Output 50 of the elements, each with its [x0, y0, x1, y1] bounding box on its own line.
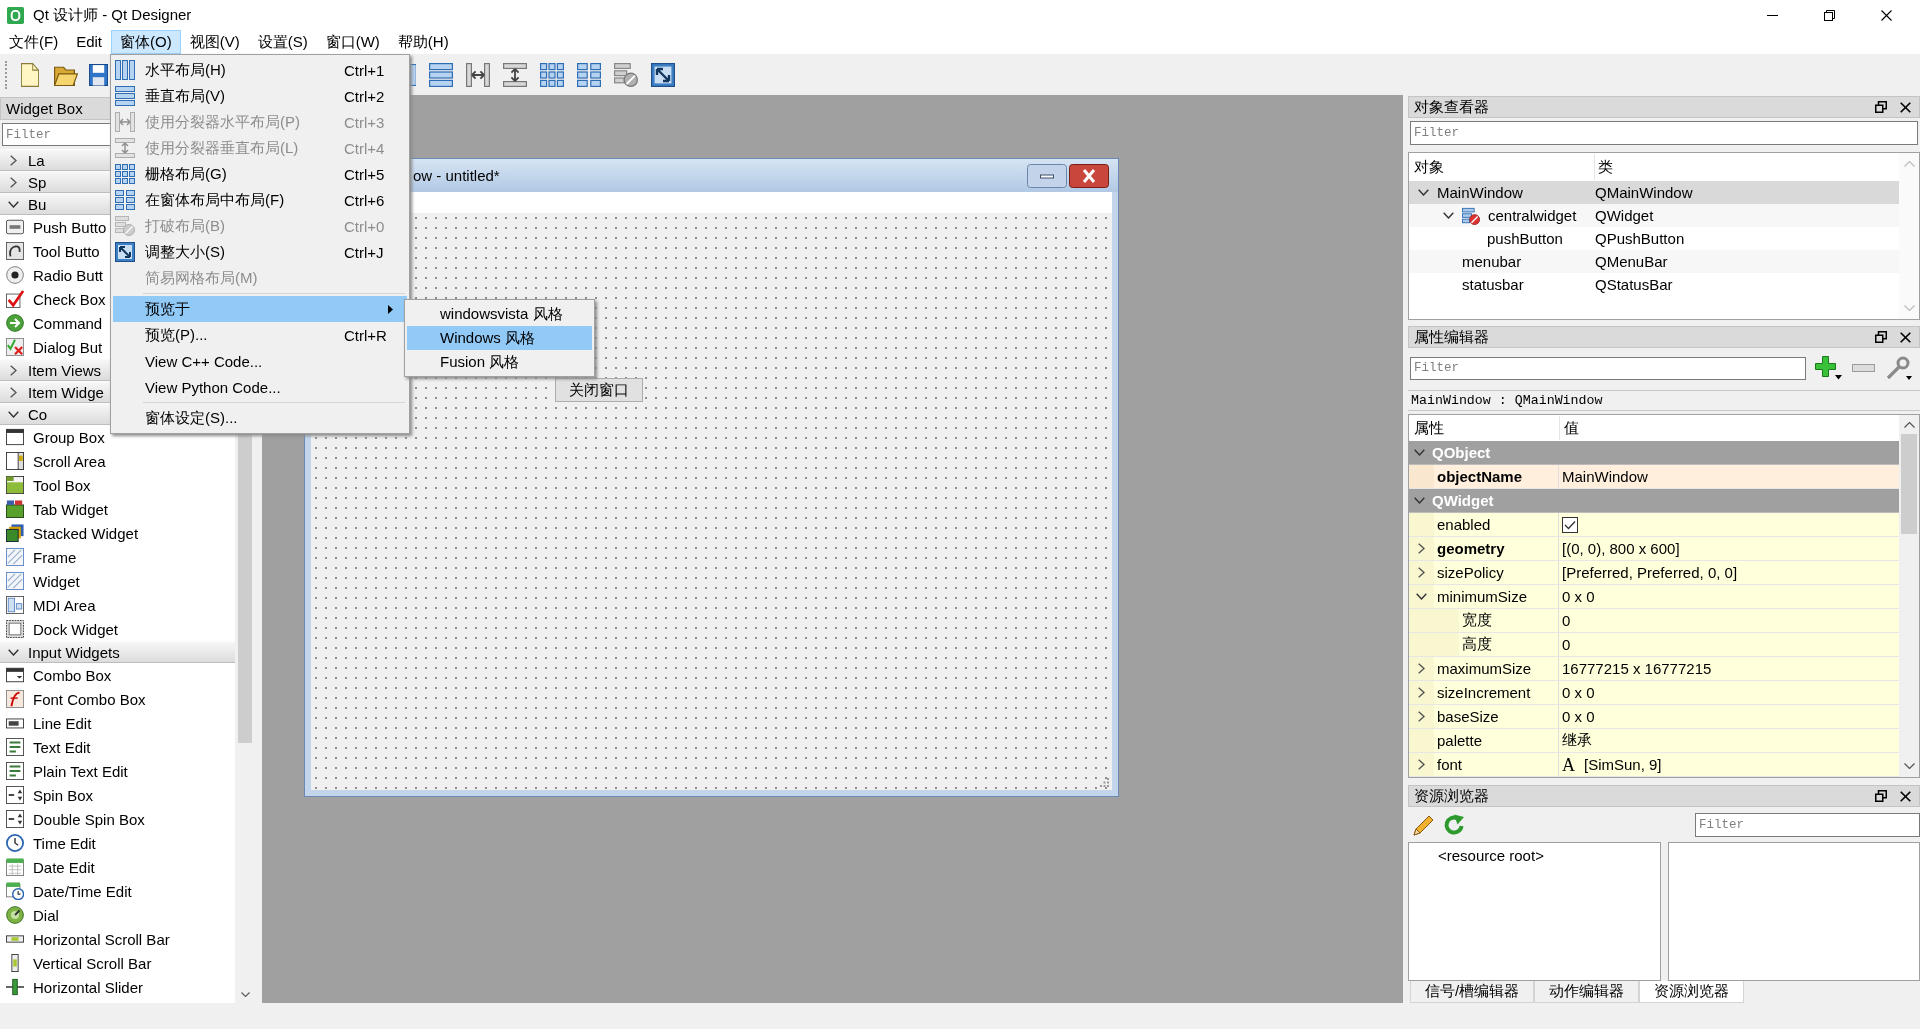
dock-title: 属性编辑器 [1414, 327, 1489, 347]
property-value: 0 x 0 [1562, 684, 1595, 701]
shortcut-text: Ctrl+3 [344, 113, 386, 131]
dock-title: Widget Box [6, 100, 83, 117]
shortcut-text: Ctrl+2 [344, 87, 386, 105]
window-title: Qt 设计师 - Qt Designer [33, 5, 192, 25]
object-name: MainWindow [1437, 184, 1523, 201]
object-name: statusbar [1462, 276, 1524, 293]
shortcut-text: Ctrl+J [344, 243, 385, 261]
dock-title: 资源浏览器 [1414, 786, 1489, 806]
object-class-label: MainWindow : QMainWindow [1408, 390, 1920, 411]
property-value: 继承 [1562, 731, 1592, 750]
property-value: [SimSun, 9] [1584, 756, 1662, 773]
property-name: palette [1437, 732, 1483, 749]
property-value: 0 x 0 [1562, 588, 1595, 605]
shortcut-text: Ctrl+0 [344, 217, 386, 235]
shortcut-text: Ctrl+4 [344, 139, 386, 157]
shortcut-text: Ctrl+5 [344, 165, 386, 183]
property-value: [Preferred, Preferred, 0, 0] [1562, 564, 1738, 581]
property-name: 宽度 [1462, 611, 1492, 630]
class-name: QMenuBar [1594, 253, 1669, 270]
dock-title: 对象查看器 [1414, 97, 1489, 117]
property-name: 高度 [1462, 635, 1492, 654]
window-title: ow - untitled* [413, 167, 500, 184]
property-name: objectName [1437, 468, 1523, 485]
object-name: centralwidget [1488, 207, 1577, 224]
object-name: menubar [1462, 253, 1522, 270]
property-name: sizePolicy [1437, 564, 1504, 581]
property-value: 0 [1562, 612, 1571, 629]
property-value: [(0, 0), 800 x 600] [1562, 540, 1680, 557]
property-value: MainWindow [1562, 468, 1648, 485]
property-name: sizeIncrement [1437, 684, 1531, 701]
property-value: 0 x 0 [1562, 708, 1595, 725]
property-value: 0 [1562, 636, 1571, 653]
shortcut-text: Ctrl+R [344, 326, 388, 344]
class-name: QStatusBar [1594, 276, 1674, 293]
class-name: QPushButton [1594, 230, 1686, 247]
property-name: maximumSize [1437, 660, 1532, 677]
property-name: enabled [1437, 516, 1491, 533]
object-name: pushButton [1487, 230, 1563, 247]
shortcut-text: Ctrl+6 [344, 191, 386, 209]
property-name: minimumSize [1437, 588, 1527, 605]
property-name: font [1437, 756, 1463, 773]
property-name: baseSize [1437, 708, 1499, 725]
class-name: QWidget [1594, 207, 1655, 224]
property-value: 16777215 x 16777215 [1562, 660, 1712, 677]
shortcut-text: Ctrl+1 [344, 61, 386, 79]
class-name: QMainWindow [1594, 184, 1694, 201]
font-sample: A [1562, 754, 1575, 775]
property-name: geometry [1437, 540, 1505, 557]
